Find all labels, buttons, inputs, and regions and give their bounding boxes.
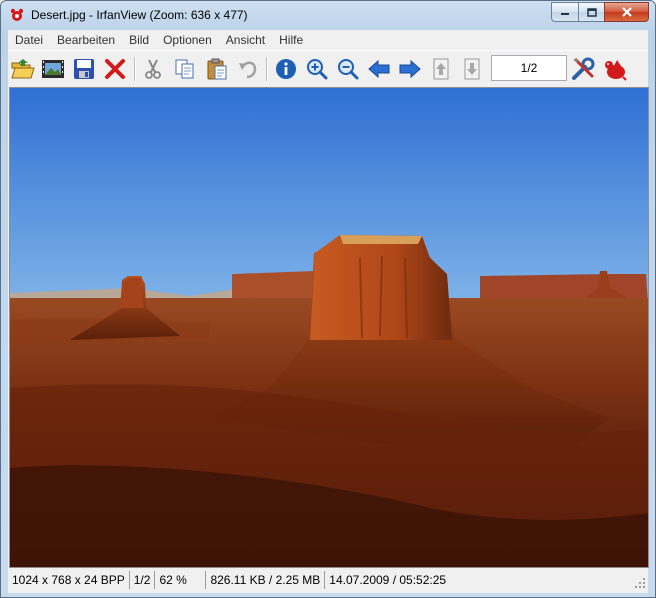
window-title: Desert.jpg - IrfanView (Zoom: 636 x 477): [31, 8, 248, 22]
title-bar[interactable]: Desert.jpg - IrfanView (Zoom: 636 x 477): [1, 1, 655, 29]
caption-buttons: [551, 2, 649, 22]
irfanview-logo-icon: [10, 8, 24, 21]
save-icon: [74, 59, 94, 79]
menu-bild[interactable]: Bild: [122, 30, 156, 50]
delete-button[interactable]: [102, 56, 128, 82]
previous-page-button[interactable]: [428, 56, 454, 82]
irfanview-window: Desert.jpg - IrfanView (Zoom: 636 x 477)…: [0, 0, 656, 598]
previous-arrow-icon: [368, 59, 390, 79]
undo-icon: [239, 61, 257, 79]
image-viewport[interactable]: [9, 87, 649, 568]
zoom-out-icon: [338, 59, 359, 80]
minimize-button[interactable]: [551, 2, 578, 22]
settings-icon: [572, 57, 595, 80]
close-button[interactable]: [604, 2, 649, 22]
toolbar-separator: [134, 57, 136, 81]
resize-grip-icon[interactable]: [634, 577, 646, 589]
paste-icon: [207, 58, 227, 80]
menu-hilfe[interactable]: Hilfe: [272, 30, 310, 50]
slideshow-icon: [42, 60, 64, 78]
status-file-size: 826.11 KB / 2.25 MB: [206, 571, 326, 589]
info-icon: [276, 59, 296, 79]
save-button[interactable]: [71, 56, 97, 82]
copy-icon: [175, 59, 194, 79]
maximize-icon: [586, 7, 597, 17]
status-zoom: 62 %: [155, 571, 207, 589]
maximize-button[interactable]: [578, 2, 604, 22]
irfanview-logo-icon: [605, 60, 627, 81]
previous-page-icon: [433, 58, 449, 80]
toolbar: 1/2: [8, 50, 648, 87]
status-bar: 1024 x 768 x 24 BPP 1/2 62 % 826.11 KB /…: [8, 569, 648, 591]
previous-image-button[interactable]: [366, 56, 392, 82]
settings-button[interactable]: [570, 56, 596, 82]
cut-icon: [145, 59, 161, 79]
paste-button[interactable]: [204, 56, 230, 82]
menu-bearbeiten[interactable]: Bearbeiten: [50, 30, 122, 50]
info-button[interactable]: [273, 56, 299, 82]
menu-optionen[interactable]: Optionen: [156, 30, 219, 50]
menu-bar: Datei Bearbeiten Bild Optionen Ansicht H…: [8, 30, 648, 50]
next-page-button[interactable]: [459, 56, 485, 82]
zoom-in-button[interactable]: [304, 56, 330, 82]
next-page-icon: [464, 58, 480, 80]
desert-photo: [10, 88, 648, 567]
zoom-in-icon: [307, 59, 328, 80]
copy-button[interactable]: [172, 56, 198, 82]
zoom-out-button[interactable]: [335, 56, 361, 82]
menu-datei[interactable]: Datei: [8, 30, 50, 50]
minimize-icon: [561, 13, 569, 15]
page-number-field[interactable]: 1/2: [491, 55, 567, 81]
status-dimensions: 1024 x 768 x 24 BPP: [8, 571, 130, 589]
client-area: Datei Bearbeiten Bild Optionen Ansicht H…: [8, 30, 649, 593]
close-icon: [621, 7, 632, 17]
next-arrow-icon: [399, 59, 421, 79]
toolbar-separator: [266, 57, 268, 81]
open-button[interactable]: [10, 56, 36, 82]
status-page: 1/2: [130, 571, 156, 589]
open-folder-icon: [11, 59, 35, 79]
undo-button[interactable]: [235, 56, 261, 82]
delete-icon: [105, 59, 125, 79]
status-datetime: 14.07.2009 / 05:52:25: [329, 573, 447, 587]
next-image-button[interactable]: [397, 56, 423, 82]
menu-ansicht[interactable]: Ansicht: [219, 30, 272, 50]
about-button[interactable]: [602, 56, 628, 82]
cut-button[interactable]: [140, 56, 166, 82]
slideshow-button[interactable]: [40, 56, 66, 82]
